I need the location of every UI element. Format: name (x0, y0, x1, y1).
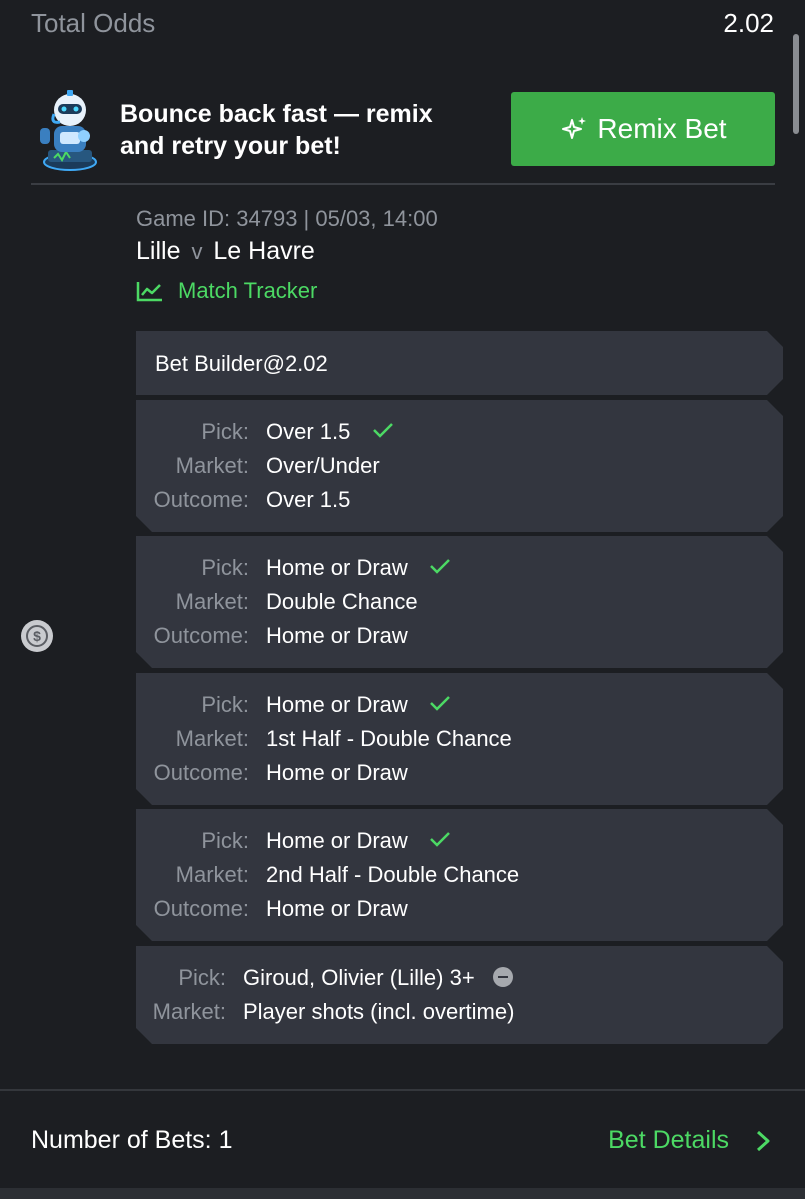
market-label: Market: (175, 726, 249, 751)
total-odds-row: Total Odds 2.02 (0, 0, 805, 50)
sparkle-icon (562, 117, 587, 139)
void-minus-icon (493, 967, 513, 987)
market-label: Market: (152, 999, 226, 1024)
outcome-row: Outcome: Over 1.5 (136, 487, 783, 517)
market-label: Market: (175, 453, 249, 478)
number-of-bets: Number of Bets: 1 (31, 1126, 233, 1154)
bet-builder-header: Bet Builder@2.02 (136, 331, 783, 395)
match-name: Lille v Le Havre (136, 237, 315, 266)
pick-value: Home or Draw (266, 828, 408, 853)
check-icon (371, 420, 395, 446)
market-value: Over/Under (266, 453, 380, 478)
selection-card: Pick: Giroud, Olivier (Lille) 3+ Market:… (136, 946, 783, 1044)
cashout-coin-icon[interactable]: $ (21, 620, 53, 652)
outcome-value: Home or Draw (266, 623, 408, 648)
outcome-label: Outcome: (153, 623, 249, 648)
outcome-value: Home or Draw (266, 896, 408, 921)
outcome-value: Over 1.5 (266, 487, 351, 512)
pick-row: Pick: Home or Draw (136, 692, 783, 722)
pick-row: Pick: Giroud, Olivier (Lille) 3+ (136, 965, 783, 995)
pick-row: Pick: Home or Draw (136, 828, 783, 858)
total-odds-value: 2.02 (723, 8, 774, 38)
total-odds-label: Total Odds (31, 8, 156, 38)
outcome-row: Outcome: Home or Draw (136, 760, 783, 790)
pick-label: Pick: (201, 419, 249, 444)
outcome-row: Outcome: Home or Draw (136, 623, 783, 653)
outcome-label: Outcome: (153, 487, 249, 512)
market-row: Market: Player shots (incl. overtime) (136, 999, 783, 1029)
market-value: Double Chance (266, 589, 418, 614)
outcome-label: Outcome: (153, 760, 249, 785)
market-row: Market: 1st Half - Double Chance (136, 726, 783, 756)
market-row: Market: Over/Under (136, 453, 783, 483)
check-icon (428, 693, 452, 719)
pick-row: Pick: Over 1.5 (136, 419, 783, 449)
bet-slip-page: Total Odds 2.02 Bounce back fast — remix… (0, 0, 805, 1199)
away-team: Le Havre (213, 237, 315, 265)
bet-details-label: Bet Details (608, 1126, 729, 1154)
pick-label: Pick: (178, 965, 226, 990)
promo-text: Bounce back fast — remix and retry your … (120, 98, 490, 162)
market-value: 1st Half - Double Chance (266, 726, 512, 751)
outcome-value: Home or Draw (266, 760, 408, 785)
market-row: Market: 2nd Half - Double Chance (136, 862, 783, 892)
selection-card: Pick: Home or Draw Market: Double Chance… (136, 536, 783, 668)
selection-card: Pick: Home or Draw Market: 1st Half - Do… (136, 673, 783, 805)
pick-label: Pick: (201, 692, 249, 717)
pick-value: Home or Draw (266, 692, 408, 717)
market-value: Player shots (incl. overtime) (243, 999, 515, 1024)
market-label: Market: (175, 862, 249, 887)
pick-row: Pick: Home or Draw (136, 555, 783, 585)
bet-details-link[interactable]: Bet Details (608, 1126, 771, 1155)
check-icon (428, 829, 452, 855)
home-team: Lille (136, 237, 181, 265)
match-tracker-label: Match Tracker (178, 278, 318, 303)
selection-card: Pick: Home or Draw Market: 2nd Half - Do… (136, 809, 783, 941)
line-chart-icon (136, 282, 162, 302)
promo-line-1: Bounce back fast — remix (120, 100, 433, 128)
promo-line-2: and retry your bet! (120, 132, 341, 160)
match-tracker-link[interactable]: Match Tracker (136, 278, 317, 304)
market-value: 2nd Half - Double Chance (266, 862, 520, 887)
remix-promo-banner: Bounce back fast — remix and retry your … (0, 82, 805, 182)
selection-card: Pick: Over 1.5 Market: Over/Under Outcom… (136, 400, 783, 532)
robot-mascot-icon (40, 90, 97, 171)
outcome-label: Outcome: (153, 896, 249, 921)
market-label: Market: (175, 589, 249, 614)
game-id: Game ID: 34793 | 05/03, 14:00 (136, 206, 438, 231)
bottom-strip (0, 1188, 805, 1199)
outcome-row: Outcome: Home or Draw (136, 896, 783, 926)
pick-label: Pick: (201, 828, 249, 853)
bet-builder-title: Bet Builder@2.02 (155, 351, 328, 376)
pick-value: Over 1.5 (266, 419, 351, 444)
pick-value: Giroud, Olivier (Lille) 3+ (243, 965, 475, 990)
chevron-right-icon (756, 1130, 770, 1151)
divider (31, 183, 775, 185)
remix-bet-label: Remix Bet (597, 113, 727, 144)
pick-label: Pick: (201, 555, 249, 580)
divider (0, 1089, 805, 1091)
check-icon (428, 556, 452, 582)
versus-label: v (191, 239, 203, 264)
remix-bet-button[interactable]: Remix Bet (511, 92, 775, 166)
market-row: Market: Double Chance (136, 589, 783, 619)
pick-value: Home or Draw (266, 555, 408, 580)
